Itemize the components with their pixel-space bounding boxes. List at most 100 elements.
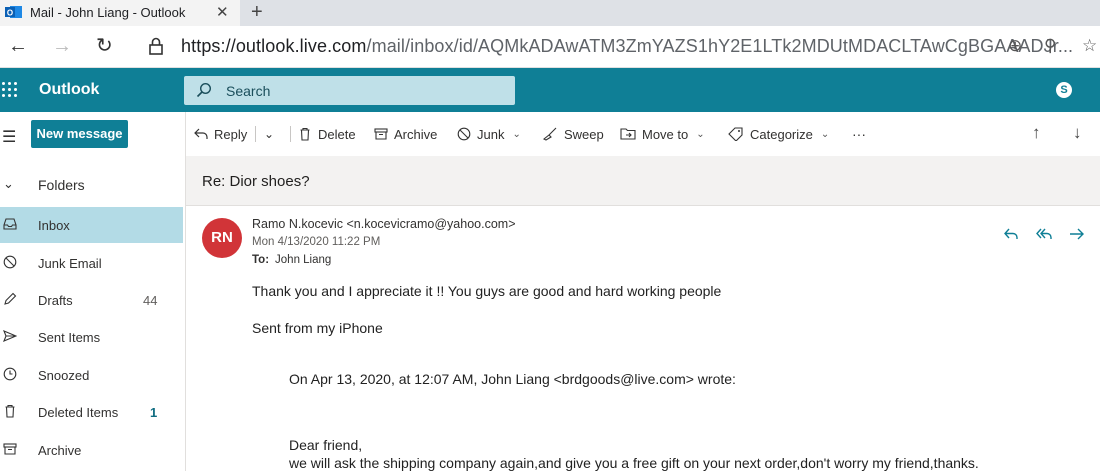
move-to-label: Move to bbox=[642, 126, 689, 142]
folder-junk-email[interactable]: Junk Email bbox=[0, 245, 183, 281]
folder-drafts[interactable]: Drafts 44 bbox=[0, 282, 183, 318]
avatar[interactable]: RN bbox=[202, 218, 242, 258]
folder-name: Junk Email bbox=[38, 256, 102, 271]
sweep-label: Sweep bbox=[564, 126, 604, 142]
url-field[interactable]: https://outlook.live.com/mail/inbox/id/A… bbox=[181, 36, 1073, 57]
command-bar: Reply ⌄ Delete Archive Junk ⌄ Sweep Move… bbox=[186, 112, 1100, 156]
folder-count: 44 bbox=[143, 293, 158, 308]
trash-icon bbox=[5, 404, 15, 418]
zoom-icon[interactable]: ⚲ bbox=[1044, 36, 1056, 56]
chevron-down-icon: ⌄ bbox=[696, 128, 705, 140]
next-message-icon[interactable]: ↓ bbox=[1073, 123, 1082, 143]
delete-button[interactable]: Delete bbox=[298, 125, 356, 143]
hamburger-menu-icon[interactable]: ☰ bbox=[2, 127, 16, 147]
sender-address[interactable]: Ramo N.kocevic <n.kocevicramo@yahoo.com> bbox=[252, 217, 516, 231]
previous-message-icon[interactable]: ↑ bbox=[1032, 123, 1041, 143]
pencil-icon bbox=[4, 292, 17, 305]
address-bar-row: ← → ↻ https://outlook.live.com/mail/inbo… bbox=[0, 26, 1100, 68]
left-nav: ☰ New message ⌄ Folders Inbox Junk Email… bbox=[0, 112, 186, 471]
browser-tab[interactable]: O Mail - John Liang - Outlook ✕ bbox=[0, 0, 240, 26]
folder-name: Snoozed bbox=[38, 368, 90, 383]
folder-inbox[interactable]: Inbox bbox=[0, 207, 183, 243]
quoted-line: Dear friend, bbox=[289, 437, 363, 453]
divider bbox=[255, 126, 256, 142]
search-icon bbox=[196, 82, 212, 98]
reply-button[interactable]: Reply bbox=[194, 125, 247, 143]
folder-sent-items[interactable]: Sent Items bbox=[0, 319, 183, 355]
folder-name: Inbox bbox=[38, 218, 70, 233]
favorite-icon[interactable]: ☆ bbox=[1082, 36, 1097, 56]
move-to-button[interactable]: Move to ⌄ bbox=[620, 125, 705, 143]
folder-snoozed[interactable]: Snoozed bbox=[0, 357, 183, 393]
chevron-down-icon: ⌄ bbox=[3, 176, 14, 191]
lock-icon[interactable] bbox=[148, 37, 164, 55]
svg-text:O: O bbox=[7, 9, 13, 18]
folder-deleted-items[interactable]: Deleted Items 1 bbox=[0, 394, 183, 430]
recipient-line: To: John Liang bbox=[252, 254, 331, 266]
folders-label: Folders bbox=[38, 177, 85, 193]
sweep-button[interactable]: Sweep bbox=[542, 125, 604, 143]
search-input[interactable]: Search bbox=[226, 83, 270, 99]
app-launcher-icon[interactable] bbox=[2, 82, 18, 98]
chevron-down-icon: ⌄ bbox=[512, 128, 521, 140]
quoted-header: On Apr 13, 2020, at 12:07 AM, John Liang… bbox=[289, 371, 736, 387]
clock-icon bbox=[3, 367, 17, 381]
sweep-icon bbox=[542, 127, 557, 141]
folder-name: Drafts bbox=[38, 293, 73, 308]
archive-icon bbox=[3, 443, 17, 455]
junk-label: Junk bbox=[477, 126, 505, 142]
close-tab-icon[interactable]: ✕ bbox=[216, 3, 229, 21]
reply-all-icon[interactable] bbox=[1035, 226, 1053, 242]
skype-icon[interactable]: S bbox=[1056, 82, 1072, 98]
folder-archive[interactable]: Archive bbox=[0, 432, 183, 468]
message-body-line: Thank you and I appreciate it !! You guy… bbox=[252, 283, 722, 299]
new-message-button[interactable]: New message bbox=[31, 120, 128, 148]
reply-label: Reply bbox=[214, 126, 248, 142]
archive-icon bbox=[374, 128, 388, 140]
url-host: https://outlook.live.com bbox=[181, 36, 367, 56]
junk-icon bbox=[457, 127, 471, 141]
quoted-line: we will ask the shipping company again,a… bbox=[289, 455, 979, 471]
divider bbox=[290, 126, 291, 142]
to-label: To: bbox=[252, 254, 270, 266]
move-to-icon bbox=[620, 128, 636, 140]
folder-name: Archive bbox=[38, 443, 82, 458]
folder-name: Sent Items bbox=[38, 330, 101, 345]
more-options-icon[interactable]: ··· bbox=[852, 125, 866, 143]
new-tab-icon[interactable]: + bbox=[251, 0, 263, 24]
folder-count: 1 bbox=[150, 405, 158, 420]
add-page-icon[interactable]: ⊕ bbox=[1008, 36, 1022, 56]
message-body-line: Sent from my iPhone bbox=[252, 320, 383, 336]
subject-bar: Re: Dior shoes? bbox=[186, 156, 1100, 206]
archive-label: Archive bbox=[394, 126, 438, 142]
browser-tab-strip: O Mail - John Liang - Outlook ✕ + bbox=[0, 0, 1100, 26]
categorize-label: Categorize bbox=[750, 126, 813, 142]
junk-icon bbox=[3, 255, 17, 269]
archive-button[interactable]: Archive bbox=[374, 125, 437, 143]
reading-pane: RN Ramo N.kocevic <n.kocevicramo@yahoo.c… bbox=[186, 206, 1100, 471]
reply-icon[interactable] bbox=[1002, 226, 1020, 242]
delete-label: Delete bbox=[318, 126, 356, 142]
tab-title: Mail - John Liang - Outlook bbox=[30, 5, 186, 20]
outlook-brand[interactable]: Outlook bbox=[39, 81, 99, 99]
folder-name: Deleted Items bbox=[38, 405, 119, 420]
junk-button[interactable]: Junk ⌄ bbox=[457, 125, 521, 143]
back-icon[interactable]: ← bbox=[8, 35, 28, 57]
categorize-button[interactable]: Categorize ⌄ bbox=[728, 125, 829, 143]
send-icon bbox=[3, 329, 17, 343]
reply-icon bbox=[194, 128, 208, 139]
outlook-header: Outlook Search S bbox=[0, 68, 1100, 112]
message-subject: Re: Dior shoes? bbox=[202, 173, 310, 190]
search-box[interactable]: Search bbox=[184, 76, 515, 105]
chevron-down-icon: ⌄ bbox=[820, 128, 830, 140]
forward-icon[interactable] bbox=[1068, 226, 1086, 242]
url-path: /mail/inbox/id/AQMkADAwATM3ZmYAZS1hY2E1L… bbox=[366, 36, 1074, 56]
forward-icon[interactable]: → bbox=[52, 35, 72, 57]
inbox-icon bbox=[3, 218, 17, 230]
reply-options-chevron-icon[interactable]: ⌄ bbox=[264, 125, 274, 143]
outlook-favicon-icon: O bbox=[5, 6, 22, 18]
recipient-name[interactable]: John Liang bbox=[275, 254, 331, 266]
sent-date: Mon 4/13/2020 11:22 PM bbox=[252, 236, 381, 248]
refresh-icon[interactable]: ↻ bbox=[96, 35, 113, 57]
folders-header[interactable]: ⌄ Folders bbox=[0, 170, 185, 200]
